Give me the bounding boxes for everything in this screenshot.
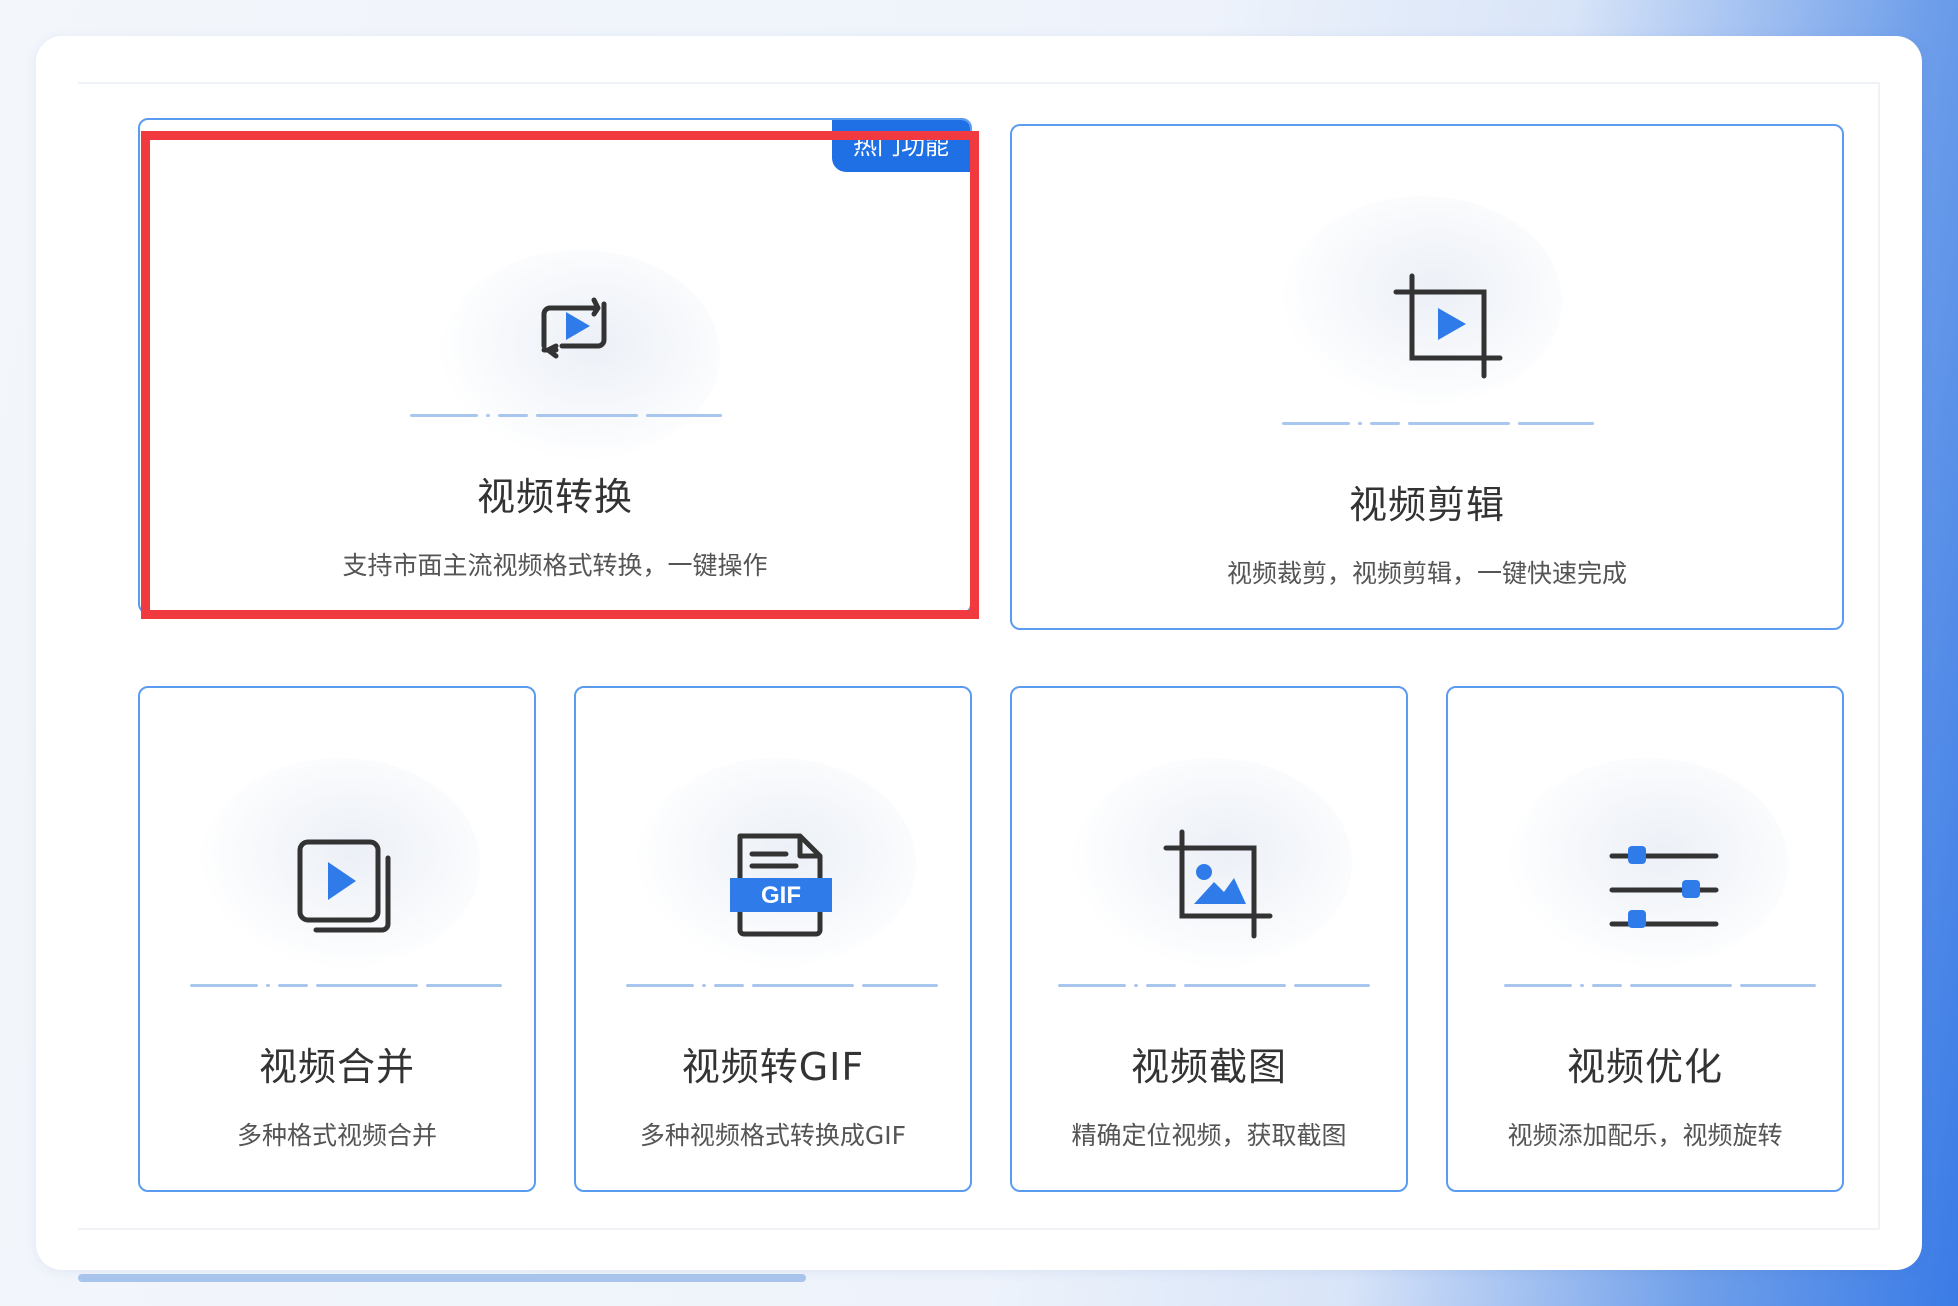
decorative-divider [1504,984,1816,987]
card-description: 视频裁剪，视频剪辑，一键快速完成 [1226,559,1627,588]
gif-file-icon: GIF [730,833,832,937]
horizontal-scrollbar[interactable] [78,1274,1880,1282]
card-video-optimize[interactable]: 视频优化 视频添加配乐，视频旋转 [1446,686,1844,1192]
hot-feature-badge: 热门功能 [832,120,970,172]
video-merge-icon [297,839,391,933]
card-title: 视频合并 [258,1045,415,1089]
card-title: 视频转GIF [681,1045,865,1089]
decorative-divider [1282,422,1594,425]
card-video-to-gif[interactable]: GIF 视频转GIF 多种视频格式转换成GIF [574,686,972,1192]
panel-border [1878,84,1880,1230]
decorative-divider [410,414,722,417]
card-title: 视频优化 [1566,1045,1723,1089]
card-description: 多种视频格式转换成GIF [639,1121,907,1150]
card-description: 多种格式视频合并 [236,1121,437,1150]
card-description: 精确定位视频，获取截图 [1071,1121,1347,1150]
decorative-divider [1058,984,1370,987]
card-video-convert[interactable]: 热门功能 视频转换 支持市面主流视频格式转换，一键操作 [138,118,972,614]
card-video-screenshot[interactable]: 视频截图 精确定位视频，获取截图 [1010,686,1408,1192]
card-title: 视频转换 [476,475,633,519]
card-video-edit[interactable]: 视频剪辑 视频裁剪，视频剪辑，一键快速完成 [1010,124,1844,630]
card-title: 视频截图 [1130,1045,1287,1089]
screenshot-crop-icon [1163,829,1273,939]
video-crop-icon [1393,273,1503,379]
card-description: 视频添加配乐，视频旋转 [1507,1121,1783,1150]
card-video-merge[interactable]: 视频合并 多种格式视频合并 [138,686,536,1192]
svg-text:GIF: GIF [761,882,801,909]
sliders-icon [1609,846,1719,928]
panel-border [78,1228,1880,1230]
card-title: 视频剪辑 [1348,483,1505,527]
decorative-divider [190,984,502,987]
decorative-divider [626,984,938,987]
panel-divider [78,82,1880,84]
scrollbar-thumb[interactable] [78,1274,806,1282]
video-convert-icon [541,297,607,359]
card-description: 支持市面主流视频格式转换，一键操作 [342,551,768,580]
